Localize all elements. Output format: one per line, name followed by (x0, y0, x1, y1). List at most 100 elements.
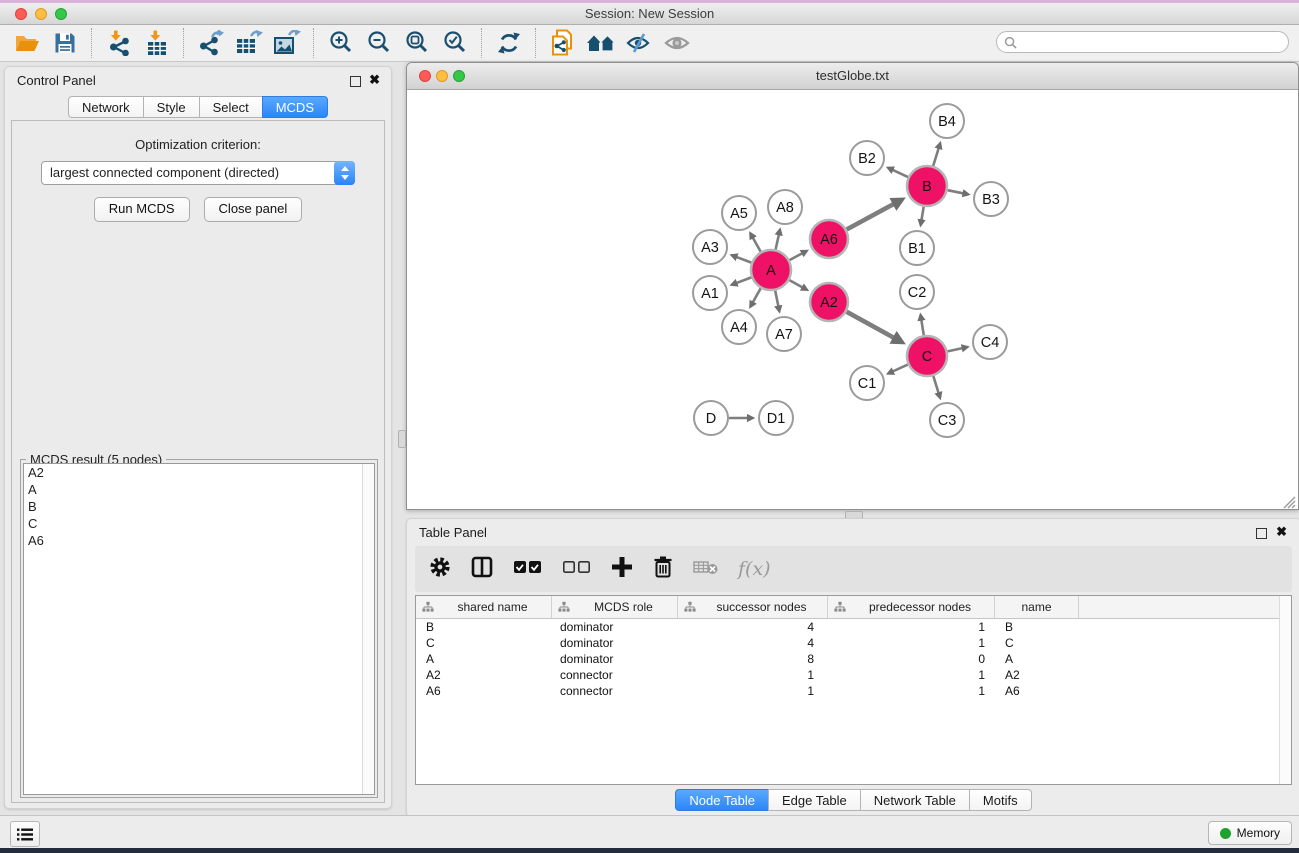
memory-button[interactable]: Memory (1208, 821, 1292, 845)
function-builder-button[interactable]: f(x) (738, 558, 771, 580)
table-row[interactable]: Bdominator41B (416, 619, 1291, 635)
zoom-in-button[interactable] (322, 27, 360, 59)
table-settings-button[interactable] (429, 556, 451, 583)
result-item[interactable]: C (24, 515, 374, 532)
clone-network-icon (550, 29, 576, 57)
show-all-button[interactable] (658, 27, 696, 59)
split-table-button[interactable] (470, 555, 494, 584)
mcds-result-list[interactable]: A2ABCA6 (23, 463, 375, 795)
column-header-predecessor-nodes[interactable]: predecessor nodes (828, 596, 995, 618)
graph-node-label: D (706, 411, 716, 427)
delete-table-icon (693, 558, 719, 576)
zoom-selected-button[interactable] (436, 27, 474, 59)
graph-edge-A2-C[interactable] (847, 312, 902, 342)
apply-layout-button[interactable] (490, 27, 528, 59)
table-row[interactable]: Cdominator41C (416, 635, 1291, 651)
mcds-tab-content: Optimization criterion: largest connecte… (11, 120, 385, 803)
close-panel-icon[interactable]: ✖ (1276, 524, 1287, 540)
run-mcds-button[interactable]: Run MCDS (94, 197, 190, 222)
table-row[interactable]: A2connector11A2 (416, 667, 1291, 683)
control-panel: Control Panel ✖ NetworkStyleSelectMCDS O… (4, 66, 392, 809)
export-table-button[interactable] (230, 27, 268, 59)
export-network-button[interactable] (192, 27, 230, 59)
graph-edge-B-B4[interactable] (933, 144, 940, 166)
column-header-MCDS-role[interactable]: MCDS role (552, 596, 678, 618)
result-item[interactable]: B (24, 498, 374, 515)
scrollbar[interactable] (362, 464, 374, 794)
search-input[interactable] (1021, 34, 1288, 50)
eye-icon (663, 31, 691, 55)
graph-edge-C-C3[interactable] (933, 376, 940, 398)
tab-node-table[interactable]: Node Table (675, 789, 769, 811)
node-table[interactable]: shared nameMCDS rolesuccessor nodesprede… (415, 595, 1292, 785)
tab-style[interactable]: Style (143, 96, 200, 118)
graph-edge-A-A7[interactable] (775, 291, 779, 311)
graph-edge-C-C4[interactable] (948, 347, 968, 351)
add-column-button[interactable] (611, 556, 633, 583)
zoom-fit-button[interactable] (398, 27, 436, 59)
graph-node-label: B (922, 179, 932, 195)
hide-selected-button[interactable] (620, 27, 658, 59)
network-graph: B4B2BB3B1A5A8A6A3AA1A2A4A7C2CC4C1C3DD1 (407, 90, 1298, 510)
graph-edge-A-A2[interactable] (789, 280, 806, 290)
search-box[interactable] (996, 31, 1289, 53)
panel-divider-gripper[interactable] (398, 430, 406, 448)
float-panel-icon[interactable] (1256, 528, 1267, 539)
close-panel-icon[interactable]: ✖ (369, 72, 380, 88)
graph-edge-A-A8[interactable] (776, 230, 780, 250)
graph-edge-A6-B[interactable] (847, 200, 902, 230)
select-all-rows-button[interactable] (513, 559, 543, 580)
graph-edge-B-B2[interactable] (888, 168, 908, 177)
import-network-button[interactable] (100, 27, 138, 59)
tab-mcds[interactable]: MCDS (262, 96, 328, 118)
resize-grip-icon[interactable] (1282, 495, 1296, 509)
close-panel-button[interactable]: Close panel (204, 197, 303, 222)
unchecked-boxes-icon (562, 559, 592, 575)
table-cell: 1 (678, 683, 828, 699)
save-floppy-icon (53, 31, 77, 55)
network-view-window: testGlobe.txt B4B2BB3B1A5A8A6A3AA1A2A4A7… (406, 62, 1299, 510)
import-table-button[interactable] (138, 27, 176, 59)
home-button[interactable] (582, 27, 620, 59)
graph-edge-A-A6[interactable] (790, 251, 807, 260)
task-history-button[interactable] (10, 821, 40, 847)
criterion-select[interactable]: largest connected component (directed) (41, 161, 355, 185)
tab-edge-table[interactable]: Edge Table (768, 789, 861, 811)
graph-edge-B-B3[interactable] (948, 190, 968, 194)
tab-select[interactable]: Select (199, 96, 263, 118)
graph-edge-C-C1[interactable] (888, 365, 907, 374)
save-session-button[interactable] (46, 27, 84, 59)
column-header-name[interactable]: name (995, 596, 1079, 618)
result-item[interactable]: A2 (24, 464, 374, 481)
tab-motifs[interactable]: Motifs (969, 789, 1032, 811)
graph-edge-B-B1[interactable] (921, 207, 924, 225)
table-panel-tabs: Node TableEdge TableNetwork TableMotifs (407, 789, 1299, 811)
open-session-button[interactable] (8, 27, 46, 59)
graph-edge-A-A1[interactable] (732, 277, 751, 284)
result-item[interactable]: A6 (24, 532, 374, 549)
table-row[interactable]: Adominator80A (416, 651, 1291, 667)
scrollbar[interactable] (1279, 596, 1291, 784)
clone-network-button[interactable] (544, 27, 582, 59)
trash-icon (652, 555, 674, 579)
network-window-title: testGlobe.txt (407, 68, 1298, 83)
tab-network[interactable]: Network (68, 96, 144, 118)
graph-edge-A-A4[interactable] (751, 288, 761, 306)
delete-table-button[interactable] (693, 558, 719, 581)
float-panel-icon[interactable] (350, 76, 361, 87)
export-image-button[interactable] (268, 27, 306, 59)
result-item[interactable]: A (24, 481, 374, 498)
delete-column-button[interactable] (652, 555, 674, 584)
desktop-edge (0, 848, 1299, 853)
criterion-value: largest connected component (directed) (50, 165, 328, 180)
table-row[interactable]: A6connector11A6 (416, 683, 1291, 699)
zoom-out-button[interactable] (360, 27, 398, 59)
network-canvas[interactable]: B4B2BB3B1A5A8A6A3AA1A2A4A7C2CC4C1C3DD1 (407, 90, 1298, 510)
column-header-shared-name[interactable]: shared name (416, 596, 552, 618)
graph-edge-A-A5[interactable] (751, 234, 761, 252)
deselect-all-rows-button[interactable] (562, 559, 592, 580)
graph-edge-A-A3[interactable] (732, 255, 751, 262)
graph-edge-C-C2[interactable] (921, 315, 924, 335)
column-header-successor-nodes[interactable]: successor nodes (678, 596, 828, 618)
tab-network-table[interactable]: Network Table (860, 789, 970, 811)
